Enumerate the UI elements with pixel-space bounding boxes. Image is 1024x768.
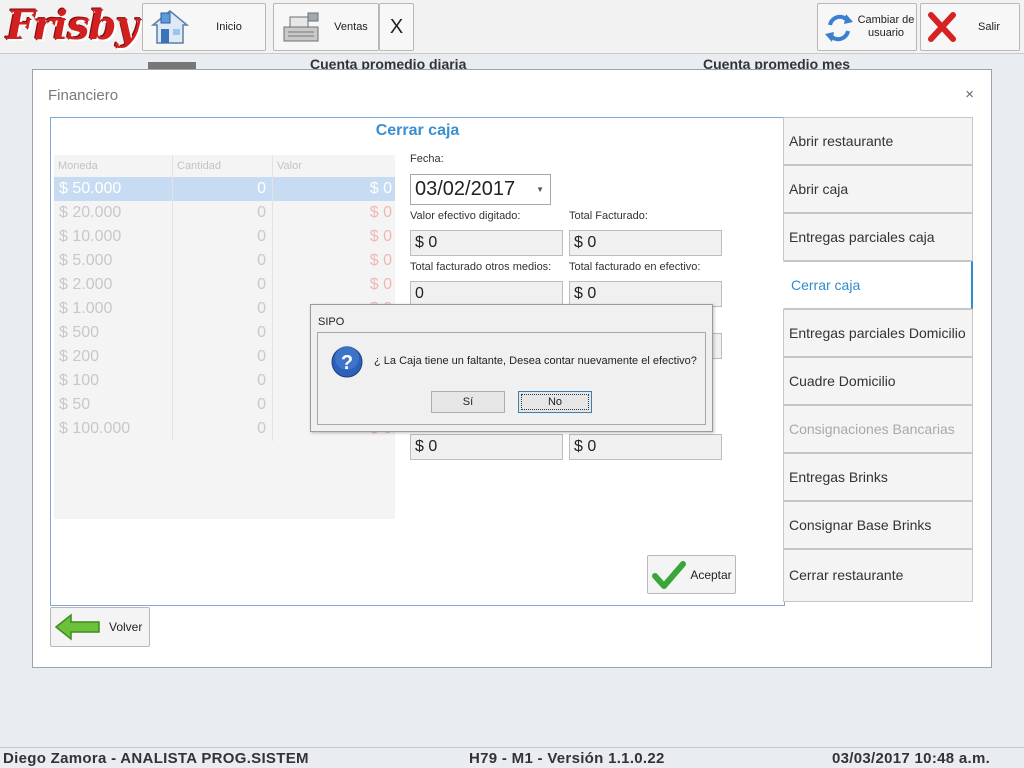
menu-item-entregas-brinks[interactable]: Entregas Brinks (783, 453, 973, 501)
fecha-datepicker[interactable]: 03/02/2017 ▼ (410, 174, 551, 205)
window-title: Financiero (48, 87, 119, 104)
cell-moneda: $ 5.000 (54, 249, 173, 273)
volver-label: Volver (109, 620, 143, 634)
cell-moneda: $ 100.000 (54, 417, 173, 441)
dialog-message: ¿ La Caja tiene un faltante, Desea conta… (374, 355, 697, 367)
refresh-icon (825, 14, 853, 42)
yes-button[interactable]: Sí (431, 391, 505, 413)
dialog-body: ? ¿ La Caja tiene un faltante, Desea con… (317, 332, 706, 425)
inicio-button[interactable]: Inicio (142, 3, 266, 51)
menu-item-consignar-base-brinks[interactable]: Consignar Base Brinks (783, 501, 973, 549)
check-icon (652, 560, 686, 589)
status-bar: Diego Zamora - ANALISTA PROG.SISTEM H79 … (0, 747, 1024, 768)
total-facturado-label: Total Facturado: (569, 210, 648, 222)
arrow-left-icon (54, 613, 100, 641)
aceptar-label: Aceptar (690, 567, 732, 582)
total-facturado-field[interactable]: $ 0 (569, 230, 722, 256)
grid-header-cantidad: Cantidad (173, 155, 273, 177)
grid-header: Moneda Cantidad Valor (54, 155, 395, 177)
grid-header-moneda: Moneda (54, 155, 173, 177)
cell-cantidad[interactable]: 0 (173, 225, 273, 249)
aceptar-button[interactable]: Aceptar (647, 555, 736, 594)
menu-item-abrir-caja[interactable]: Abrir caja (783, 165, 973, 213)
cell-moneda: $ 20.000 (54, 201, 173, 225)
en-efectivo-label: Total facturado en efectivo: (569, 261, 701, 273)
cell-moneda: $ 10.000 (54, 225, 173, 249)
ventas-button[interactable]: Ventas (273, 3, 379, 51)
cell-moneda: $ 50.000 (54, 177, 173, 201)
menu-item-cerrar-restaurante[interactable]: Cerrar restaurante (783, 549, 973, 602)
cell-cantidad[interactable]: 0 (173, 177, 273, 201)
cell-moneda: $ 500 (54, 321, 173, 345)
valor-efectivo-field[interactable]: $ 0 (410, 230, 563, 256)
confirm-dialog: SIPO ? ¿ La Caja tiene un faltante, Dese… (310, 304, 713, 432)
fecha-value: 03/02/2017 (415, 178, 516, 200)
cell-cantidad[interactable]: 0 (173, 393, 273, 417)
cell-cantidad[interactable]: 0 (173, 417, 273, 441)
otros-medios-label: Total facturado otros medios: (410, 261, 552, 273)
cell-moneda: $ 50 (54, 393, 173, 417)
salir-button[interactable]: Salir (920, 3, 1020, 51)
dialog-title: SIPO (318, 316, 345, 328)
valor-efectivo-label: Valor efectivo digitado: (410, 210, 521, 222)
cambiar-usuario-button[interactable]: Cambiar de usuario (817, 3, 917, 51)
cell-cantidad[interactable]: 0 (173, 249, 273, 273)
grid-header-valor: Valor (277, 160, 302, 172)
cell-valor: $ 0 (369, 204, 392, 221)
fecha-label: Fecha: (410, 153, 444, 165)
frisby-logo: Frisby (6, 2, 139, 49)
cell-valor: $ 0 (369, 276, 392, 293)
bottom-right-field[interactable]: $ 0 (569, 434, 722, 460)
cell-cantidad[interactable]: 0 (173, 369, 273, 393)
status-version: H79 - M1 - Versión 1.1.0.22 (469, 750, 665, 767)
table-row[interactable]: $ 20.000 0 $ 0 (54, 201, 395, 225)
red-x-icon (928, 12, 956, 42)
cash-register-icon (283, 12, 319, 42)
top-toolbar: Frisby Inicio Ventas X Cambiar de usuari… (0, 0, 1024, 54)
cambiar-usuario-label: Cambiar de usuario (857, 14, 915, 39)
status-user: Diego Zamora - ANALISTA PROG.SISTEM (3, 750, 309, 767)
cell-cantidad[interactable]: 0 (173, 345, 273, 369)
menu-item-abrir-restaurante[interactable]: Abrir restaurante (783, 117, 973, 165)
inicio-label: Inicio (216, 20, 242, 33)
question-icon: ? (331, 346, 363, 378)
house-icon (150, 10, 190, 44)
menu-item-consignaciones-bancarias[interactable]: Consignaciones Bancarias (783, 405, 973, 453)
table-row[interactable]: $ 2.000 0 $ 0 (54, 273, 395, 297)
cell-valor: $ 0 (369, 228, 392, 245)
menu-item-entregas-parciales-domicilio[interactable]: Entregas parciales Domicilio (783, 309, 973, 357)
panel-title: Cerrar caja (375, 122, 460, 139)
cell-cantidad[interactable]: 0 (173, 201, 273, 225)
volver-button[interactable]: Volver (50, 607, 150, 647)
cell-cantidad[interactable]: 0 (173, 297, 273, 321)
chevron-down-icon[interactable]: ▼ (536, 175, 544, 204)
no-button[interactable]: No (518, 391, 592, 413)
cell-valor: $ 0 (369, 252, 392, 269)
menu-item-entregas-parciales-caja[interactable]: Entregas parciales caja (783, 213, 973, 261)
cell-moneda: $ 100 (54, 369, 173, 393)
cell-moneda: $ 1.000 (54, 297, 173, 321)
cell-cantidad[interactable]: 0 (173, 273, 273, 297)
ventas-label: Ventas (334, 20, 368, 33)
table-row[interactable]: $ 50.000 0 $ 0 (54, 177, 395, 201)
table-row[interactable]: $ 5.000 0 $ 0 (54, 249, 395, 273)
svg-text:?: ? (341, 352, 353, 374)
cell-moneda: $ 2.000 (54, 273, 173, 297)
cell-cantidad[interactable]: 0 (173, 321, 273, 345)
salir-label: Salir (977, 20, 1000, 33)
menu-item-cerrar-caja[interactable]: Cerrar caja (783, 261, 973, 309)
cell-moneda: $ 200 (54, 345, 173, 369)
menu-item-cuadre-domicilio[interactable]: Cuadre Domicilio (783, 357, 973, 405)
status-datetime: 03/03/2017 10:48 a.m. (832, 750, 991, 767)
window-close-button[interactable]: × (965, 86, 974, 103)
close-tab-button[interactable]: X (379, 3, 414, 51)
table-row[interactable]: $ 10.000 0 $ 0 (54, 225, 395, 249)
cell-valor: $ 0 (369, 180, 392, 197)
bottom-left-field[interactable]: $ 0 (410, 434, 563, 460)
